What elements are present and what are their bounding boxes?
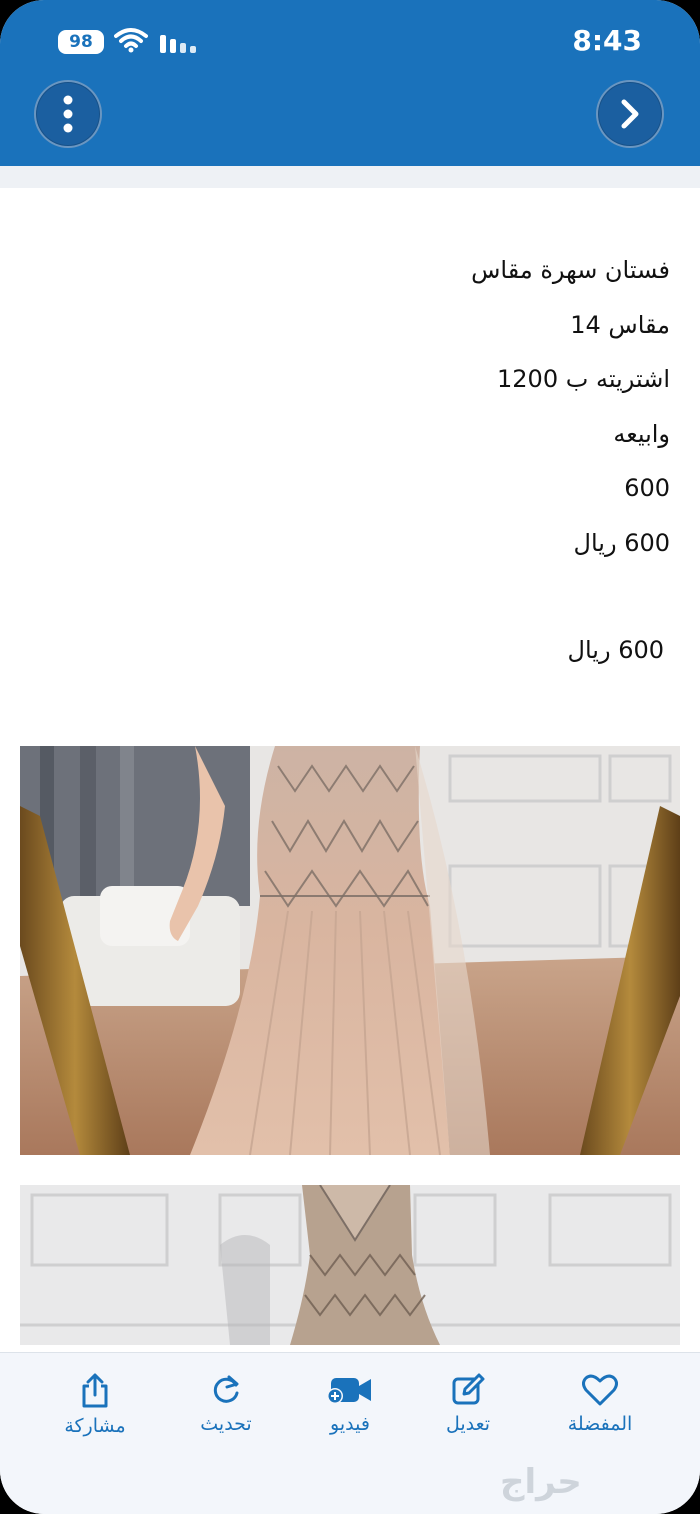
description-line: اشتريته ب 1200 — [497, 365, 670, 393]
forward-button[interactable] — [596, 80, 664, 148]
battery-indicator: 98 — [58, 30, 104, 54]
description-line: وابيعه — [613, 419, 670, 448]
favorite-tab[interactable]: المفضلة — [545, 1373, 655, 1443]
heart-icon — [582, 1374, 618, 1406]
edit-label: تعديل — [445, 1413, 491, 1435]
signal-icon — [160, 35, 196, 53]
description-line: فستان سهرة مقاس — [471, 256, 670, 284]
edit-icon — [452, 1373, 485, 1405]
video-add-icon — [327, 1378, 371, 1404]
header-bar: 98 8:43 — [0, 0, 700, 166]
description-line: مقاس 14 — [570, 310, 670, 339]
status-time: 8:43 — [572, 24, 642, 57]
watermark-logo: حراج — [500, 1462, 582, 1502]
share-tab[interactable]: مشاركة — [40, 1373, 150, 1443]
video-label: فيديو — [330, 1413, 370, 1435]
more-options-button[interactable] — [34, 80, 102, 148]
description-line: 600 — [624, 474, 670, 502]
app-screen: 98 8:43 فستان سهرة مقاس مقاس 14 اشتريته … — [0, 0, 700, 1514]
share-label: مشاركة — [64, 1415, 126, 1437]
ad-description: فستان سهرة مقاس مقاس 14 اشتريته ب 1200 و… — [50, 250, 670, 577]
ad-price: 600 ريال — [567, 636, 664, 664]
dress-photo-image — [20, 1185, 680, 1345]
refresh-icon — [213, 1375, 239, 1403]
chevron-right-icon — [621, 99, 639, 129]
edit-tab[interactable]: تعديل — [413, 1373, 523, 1443]
video-tab[interactable]: فيديو — [295, 1373, 405, 1443]
dress-photo[interactable] — [20, 746, 680, 1155]
dress-photo-image — [20, 746, 680, 1155]
refresh-label: تحديث — [200, 1413, 252, 1435]
wifi-icon — [114, 28, 148, 53]
dress-photo[interactable] — [20, 1185, 680, 1345]
bottom-tab-bar: المفضلة تعديل فيديو تحديث مشاركة — [0, 1352, 700, 1514]
favorite-label: المفضلة — [567, 1413, 633, 1435]
header-divider — [0, 166, 700, 188]
share-icon — [82, 1373, 108, 1408]
more-vertical-icon — [63, 95, 73, 133]
description-line: 600 ريال — [573, 528, 670, 557]
refresh-tab[interactable]: تحديث — [171, 1373, 281, 1443]
